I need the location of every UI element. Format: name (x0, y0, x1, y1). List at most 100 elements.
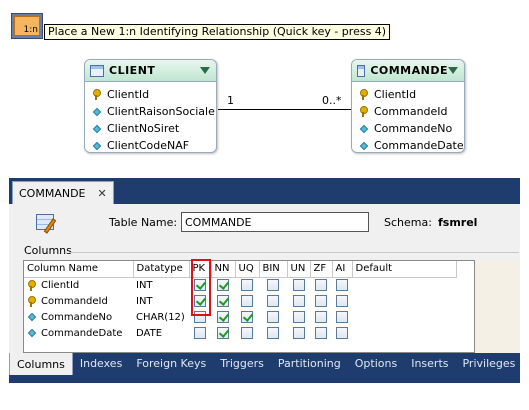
grid-header-un[interactable]: UN (287, 261, 311, 278)
zf-checkbox[interactable] (315, 311, 327, 323)
uq-cell (235, 325, 259, 341)
entity-commande[interactable]: COMMANDE ClientId CommandeId CommandeNo Com… (351, 59, 465, 153)
nn-checkbox[interactable] (217, 327, 229, 339)
zf-checkbox[interactable] (315, 295, 327, 307)
column-name: ClientId (41, 279, 80, 291)
table-row[interactable]: CommandeDate DATE (24, 325, 456, 341)
schema-label: Schema: (384, 216, 432, 229)
entity-column-row[interactable]: CommandeId (359, 103, 464, 120)
entity-column-row[interactable]: ClientId (92, 86, 216, 103)
collapse-arrow-icon[interactable] (200, 67, 210, 74)
entity-column-row[interactable]: CommandeDate (359, 137, 464, 152)
relationship-line[interactable] (218, 109, 352, 110)
bin-checkbox[interactable] (267, 311, 279, 323)
grid-header-nn[interactable]: NN (211, 261, 236, 278)
pk-checkbox[interactable] (194, 295, 206, 307)
grid-header-zf[interactable]: ZF (310, 261, 333, 278)
grid-header-pk[interactable]: PK (189, 261, 212, 278)
default-cell[interactable] (352, 277, 456, 293)
pk-checkbox[interactable] (194, 327, 206, 339)
uq-checkbox[interactable] (241, 279, 253, 292)
bin-checkbox[interactable] (267, 295, 279, 307)
cardinality-many: 0..* (322, 94, 342, 107)
entity-column-name: CommandeId (374, 105, 448, 118)
entity-column-row[interactable]: ClientCodeNAF (92, 137, 216, 152)
ai-checkbox[interactable] (336, 311, 348, 323)
grid-header-column-name[interactable]: Column Name (24, 261, 134, 278)
tab-options[interactable]: Options (348, 353, 404, 374)
un-cell (287, 277, 310, 293)
grid-header-ai[interactable]: AI (332, 261, 353, 278)
nn-cell (211, 277, 235, 293)
grid-header-datatype[interactable]: Datatype (133, 261, 190, 278)
column-name-cell[interactable]: ClientId (24, 277, 133, 293)
column-name-cell[interactable]: CommandeId (24, 293, 133, 309)
entity-column-name: ClientRaisonSociale (107, 105, 215, 118)
datatype-cell[interactable]: INT (133, 277, 189, 293)
entity-column-row[interactable]: ClientRaisonSociale (92, 103, 216, 120)
table-name-label: Table Name: (109, 216, 178, 229)
un-checkbox[interactable] (292, 295, 305, 307)
un-cell (287, 325, 310, 341)
grid-header-default[interactable]: Default (352, 261, 457, 278)
default-cell[interactable] (352, 325, 456, 341)
tab-partitioning[interactable]: Partitioning (271, 353, 348, 374)
table-row[interactable]: CommandeId INT (24, 293, 456, 309)
bin-checkbox[interactable] (267, 279, 279, 292)
datatype-cell[interactable]: CHAR(12) (133, 309, 189, 325)
entity-client-header[interactable]: CLIENT (85, 60, 216, 82)
identifying-relationship-1n-button[interactable]: 1:n (11, 13, 43, 39)
tab-triggers[interactable]: Triggers (213, 353, 271, 374)
table-name-input[interactable] (181, 212, 369, 232)
pk-checkbox[interactable] (194, 279, 206, 292)
default-cell[interactable] (352, 309, 456, 325)
column-name-cell[interactable]: CommandeNo (24, 309, 133, 325)
entity-column-name: ClientId (107, 88, 150, 101)
pk-checkbox[interactable] (194, 311, 206, 323)
default-cell[interactable] (352, 293, 456, 309)
relationship-icon: 1:n (14, 16, 40, 36)
entity-client[interactable]: CLIENT ClientId ClientRaisonSociale Client… (84, 59, 217, 153)
un-checkbox[interactable] (292, 311, 305, 323)
uq-checkbox[interactable] (241, 311, 253, 323)
grid-header-bin[interactable]: BIN (259, 261, 288, 278)
tab-foreign-keys[interactable]: Foreign Keys (129, 353, 213, 374)
primary-key-icon (27, 279, 36, 291)
table-row[interactable]: CommandeNo CHAR(12) (24, 309, 456, 325)
uq-checkbox[interactable] (241, 295, 253, 307)
zf-checkbox[interactable] (315, 279, 327, 292)
uq-checkbox[interactable] (241, 327, 253, 339)
un-checkbox[interactable] (292, 327, 305, 339)
nn-checkbox[interactable] (217, 295, 229, 307)
ai-checkbox[interactable] (336, 295, 348, 307)
zf-cell (310, 293, 332, 309)
datatype-cell[interactable]: DATE (133, 325, 189, 341)
entity-column-row[interactable]: CommandeNo (359, 120, 464, 137)
zf-checkbox[interactable] (315, 327, 327, 339)
tab-indexes[interactable]: Indexes (73, 353, 129, 374)
tab-privileges[interactable]: Privileges (455, 353, 522, 374)
table-row[interactable]: ClientId INT (24, 277, 456, 293)
nn-checkbox[interactable] (217, 279, 229, 292)
grid-header-uq[interactable]: UQ (235, 261, 260, 278)
entity-column-row[interactable]: ClientNoSiret (92, 120, 216, 137)
entity-client-columns: ClientId ClientRaisonSociale ClientNoSiret… (85, 82, 216, 152)
tab-commande[interactable]: COMMANDE ✕ (12, 181, 114, 204)
columns-grid[interactable]: Column Name Datatype PK NN UQ BIN UN ZF AI Defaul… (23, 260, 475, 353)
bin-checkbox[interactable] (267, 327, 279, 339)
entity-commande-header[interactable]: COMMANDE (352, 60, 464, 82)
ai-checkbox[interactable] (336, 327, 348, 339)
pk-cell (189, 277, 211, 293)
tab-inserts[interactable]: Inserts (404, 353, 455, 374)
ai-checkbox[interactable] (336, 279, 348, 292)
table-editor: COMMANDE ✕ Table Name: Schema: fsmrel Co… (9, 178, 520, 383)
un-checkbox[interactable] (292, 279, 305, 292)
close-icon[interactable]: ✕ (98, 187, 107, 200)
uq-cell (235, 293, 259, 309)
tab-columns[interactable]: Columns (9, 353, 73, 375)
collapse-arrow-icon[interactable] (448, 67, 458, 74)
column-name-cell[interactable]: CommandeDate (24, 325, 133, 341)
nn-checkbox[interactable] (217, 311, 229, 323)
entity-column-row[interactable]: ClientId (359, 86, 464, 103)
datatype-cell[interactable]: INT (133, 293, 189, 309)
